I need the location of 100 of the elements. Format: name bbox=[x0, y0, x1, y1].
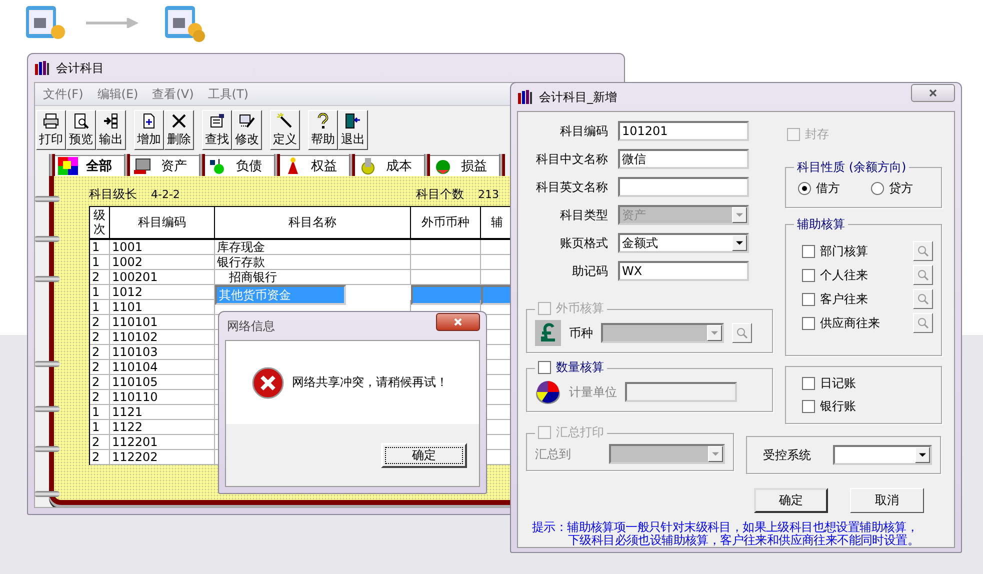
binder-ring bbox=[35, 276, 60, 282]
input-field[interactable]: 101201 bbox=[618, 121, 749, 141]
caret-icon bbox=[712, 452, 719, 456]
ok-button[interactable]: 确定 bbox=[381, 442, 467, 468]
pound-sign-icon bbox=[535, 320, 561, 346]
table-cell: 1 bbox=[90, 300, 110, 315]
summary-target-label: 汇总到 bbox=[535, 446, 572, 462]
dialog-button[interactable]: 取消 bbox=[850, 488, 924, 513]
radio-button[interactable]: 贷方 bbox=[871, 180, 913, 197]
tab-icon bbox=[58, 157, 78, 175]
toolbar-button[interactable]: 打印 bbox=[36, 110, 66, 150]
table-cell: 110101 bbox=[110, 315, 215, 330]
table-cell: 110105 bbox=[110, 375, 215, 390]
table-cell: 112202 bbox=[110, 450, 215, 465]
search-icon bbox=[917, 317, 929, 329]
close-button[interactable] bbox=[436, 313, 480, 331]
error-icon bbox=[252, 366, 284, 398]
binder-ring bbox=[35, 236, 60, 242]
table-cell: 其他货币资金 bbox=[215, 285, 346, 305]
table-cell: 100201 bbox=[110, 270, 215, 285]
delete-icon bbox=[171, 113, 187, 129]
toolbar-button[interactable]: 查找 bbox=[202, 110, 232, 150]
toolbar-button[interactable]: 退出 bbox=[338, 110, 368, 150]
printer-icon bbox=[43, 113, 59, 129]
toolbar-button[interactable]: 帮助 bbox=[308, 110, 338, 150]
toolbar-button[interactable]: 删除 bbox=[164, 110, 194, 150]
table-cell: 110110 bbox=[110, 390, 215, 405]
table-cell: 2 bbox=[90, 450, 110, 465]
menu-item[interactable]: 工具(T) bbox=[208, 86, 248, 102]
caret-icon bbox=[919, 453, 926, 457]
close-icon bbox=[928, 88, 938, 98]
table-cell: 110103 bbox=[110, 345, 215, 360]
preview-icon bbox=[73, 113, 89, 129]
toolbar-button[interactable]: 修改 bbox=[232, 110, 262, 150]
dialog-button[interactable]: 确定 bbox=[754, 488, 828, 513]
toolbar-button[interactable]: 增加 bbox=[134, 110, 164, 150]
dialog-title: 会计科目_新增 bbox=[539, 88, 617, 106]
toolbar-button[interactable]: 预览 bbox=[66, 110, 96, 150]
dropdown-field[interactable] bbox=[608, 444, 725, 464]
table-cell: 1101 bbox=[110, 300, 215, 315]
tab[interactable]: 全部 bbox=[55, 155, 124, 176]
menu-item[interactable]: 编辑(E) bbox=[97, 86, 138, 102]
search-button[interactable] bbox=[913, 265, 933, 285]
menu-item[interactable]: 文件(F) bbox=[43, 86, 84, 102]
search-button[interactable] bbox=[913, 289, 933, 309]
dialog-title: 网络信息 bbox=[226, 318, 275, 334]
dropdown-field[interactable] bbox=[601, 323, 724, 343]
help-icon bbox=[315, 113, 331, 129]
checkbox[interactable]: 部门核算 bbox=[802, 242, 868, 260]
search-button[interactable] bbox=[913, 313, 933, 333]
tab[interactable]: 成本 bbox=[355, 155, 424, 176]
radio-button[interactable]: 借方 bbox=[798, 180, 840, 197]
dropdown-field[interactable]: 金额式 bbox=[618, 233, 749, 253]
table-cell: 1 bbox=[90, 240, 110, 255]
table-cell: 110104 bbox=[110, 360, 215, 375]
level-length-value: 4-2-2 bbox=[151, 188, 180, 200]
search-button[interactable] bbox=[732, 323, 752, 343]
column-header: 科目编码 bbox=[110, 207, 215, 238]
checkbox[interactable]: 供应商往来 bbox=[802, 314, 880, 332]
table-cell: 110102 bbox=[110, 330, 215, 345]
field-label: 助记码 bbox=[571, 262, 608, 280]
table-cell: 112201 bbox=[110, 435, 215, 450]
menu-item[interactable]: 查看(V) bbox=[152, 86, 194, 102]
tab[interactable]: 损益 bbox=[430, 155, 499, 176]
search-button[interactable] bbox=[913, 241, 933, 261]
toolbar-button[interactable]: 输出 bbox=[96, 110, 126, 150]
checkbox[interactable]: 数量核算 bbox=[538, 359, 604, 376]
books-icon bbox=[34, 60, 50, 76]
dropdown-field[interactable] bbox=[833, 445, 932, 465]
table-cell: 1 bbox=[90, 420, 110, 435]
search-icon bbox=[736, 327, 748, 339]
hint-text: 提示：辅助核算项一般只针对末级科目，如果上级科目也想设置辅助核算， 下级科目必须也设辅助核算，客户往来和供应商往来不能同时设置。 bbox=[532, 521, 920, 547]
table-cell: 1121 bbox=[110, 405, 215, 420]
checkbox[interactable]: 日记账 bbox=[802, 375, 933, 392]
field-label: 科目英文名称 bbox=[535, 178, 608, 196]
input-field[interactable]: 微信 bbox=[618, 149, 749, 169]
caret-icon bbox=[736, 213, 743, 217]
find-icon bbox=[209, 113, 225, 129]
table-cell: 2 bbox=[90, 390, 110, 405]
tab[interactable]: 资产 bbox=[130, 155, 199, 176]
tab-icon bbox=[433, 157, 453, 175]
tab[interactable]: 权益 bbox=[280, 155, 349, 176]
table-cell: 1 bbox=[90, 405, 110, 420]
account-count-label: 科目个数 bbox=[416, 186, 464, 202]
exit-door-icon bbox=[345, 113, 361, 129]
close-button[interactable] bbox=[911, 84, 955, 102]
table-cell: 1 bbox=[90, 285, 110, 300]
books-icon bbox=[517, 89, 533, 105]
input-field[interactable] bbox=[618, 177, 749, 197]
error-message: 网络共享冲突，请稍候再试！ bbox=[292, 374, 448, 391]
checkbox[interactable]: 个人往来 bbox=[802, 266, 868, 284]
toolbar-button[interactable]: 定义 bbox=[270, 110, 300, 150]
table-cell: 1002 bbox=[110, 255, 215, 270]
checkbox[interactable]: 客户往来 bbox=[802, 290, 868, 308]
field-label: 账页格式 bbox=[559, 234, 608, 252]
input-field[interactable]: WX bbox=[618, 261, 749, 281]
tab[interactable]: 负债 bbox=[205, 155, 274, 176]
export-icon bbox=[103, 113, 119, 129]
tab-icon bbox=[133, 157, 153, 175]
checkbox[interactable]: 银行账 bbox=[802, 398, 933, 415]
